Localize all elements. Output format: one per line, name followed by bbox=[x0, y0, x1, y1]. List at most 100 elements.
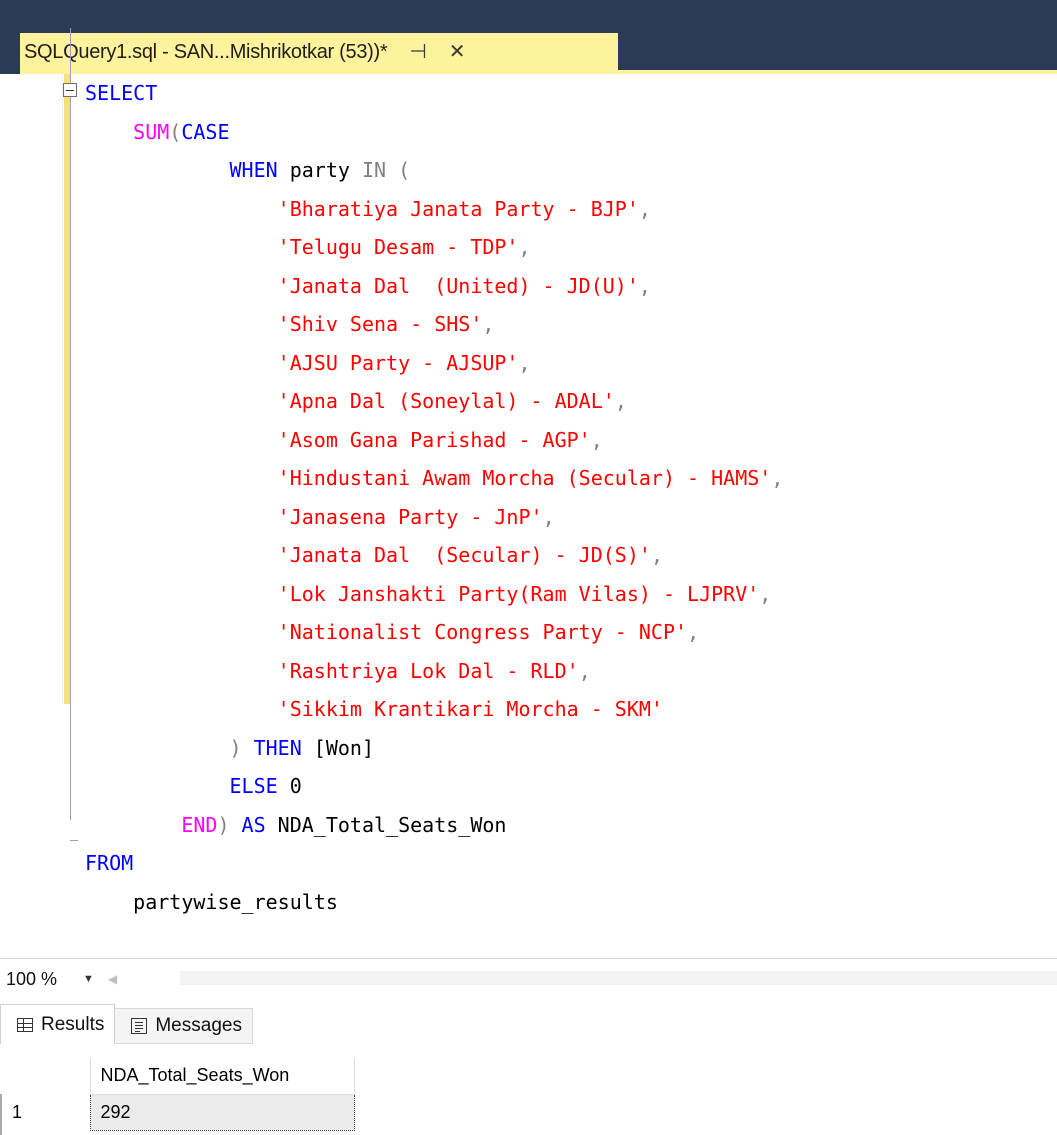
code-token: ( bbox=[386, 158, 411, 182]
outline-fold-end bbox=[70, 840, 78, 841]
code-token: END bbox=[181, 812, 218, 837]
code-line[interactable]: 'Nationalist Congress Party - NCP', bbox=[85, 613, 783, 652]
code-token: [Won] bbox=[301, 735, 375, 760]
close-icon[interactable]: ✕ bbox=[449, 42, 466, 62]
code-token: 0 bbox=[277, 774, 302, 798]
code-token: , bbox=[687, 620, 700, 644]
code-token: ) bbox=[229, 735, 242, 760]
code-token: 'Telugu Desam - TDP' bbox=[277, 235, 519, 259]
code-token: party bbox=[277, 158, 362, 182]
code-token: , bbox=[542, 504, 555, 529]
row-number[interactable]: 1 bbox=[0, 1094, 90, 1130]
code-token: IN bbox=[361, 158, 387, 182]
code-line[interactable]: 'Apna Dal (Soneylal) - ADAL', bbox=[85, 382, 783, 421]
code-token: ) bbox=[217, 812, 230, 837]
code-line[interactable]: END) AS NDA_Total_Seats_Won bbox=[85, 806, 783, 845]
code-line[interactable]: WHEN party IN ( bbox=[85, 151, 783, 190]
code-line[interactable]: SUM(CASE bbox=[85, 113, 783, 152]
code-token: FROM bbox=[85, 851, 134, 875]
code-token: ( bbox=[169, 119, 182, 144]
dropdown-arrow-icon[interactable]: ▼ bbox=[83, 973, 94, 985]
results-pane: Results Messages NDA_Total_Seats_Won 1 2… bbox=[0, 998, 1057, 1135]
code-line[interactable]: partywise_results bbox=[85, 883, 783, 922]
code-token: 'Sikkim Krantikari Morcha - SKM' bbox=[277, 697, 663, 721]
collapse-icon[interactable] bbox=[63, 83, 77, 97]
code-token: , bbox=[638, 273, 651, 298]
code-token: , bbox=[614, 389, 627, 413]
code-line[interactable]: SELECT bbox=[85, 74, 783, 113]
code-token: , bbox=[578, 658, 591, 683]
code-token: THEN bbox=[253, 735, 302, 760]
grid-corner[interactable] bbox=[0, 1058, 90, 1094]
code-token: NDA_Total_Seats_Won bbox=[265, 812, 507, 837]
code-line[interactable]: 'Hindustani Awam Morcha (Secular) - HAMS… bbox=[85, 459, 784, 498]
code-token: 'Lok Janshakti Party(Ram Vilas) - LJPRV' bbox=[277, 581, 760, 606]
code-token: , bbox=[638, 196, 651, 221]
code-token: , bbox=[518, 235, 531, 259]
result-tabs: Results Messages bbox=[0, 1004, 253, 1044]
code-token: CASE bbox=[181, 119, 230, 144]
sql-code[interactable]: SELECT SUM(CASE WHEN party IN ( 'Bharati… bbox=[85, 74, 783, 921]
editor-margin bbox=[20, 74, 63, 704]
tab-title: SQLQuery1.sql - SAN...Mishrikotkar (53))… bbox=[24, 40, 388, 63]
messages-icon bbox=[131, 1018, 148, 1034]
code-line[interactable]: 'Janata Dal (Secular) - JD(S)', bbox=[85, 536, 783, 575]
code-token: , bbox=[590, 427, 603, 452]
code-token: 'Asom Gana Parishad - AGP' bbox=[277, 427, 591, 452]
tab-query-document[interactable]: SQLQuery1.sql - SAN...Mishrikotkar (53))… bbox=[20, 33, 618, 71]
result-cell[interactable]: 292 bbox=[89, 1093, 355, 1131]
zoom-level[interactable]: 100 % bbox=[6, 969, 57, 990]
code-token: 'Janata Dal (United) - JD(U)' bbox=[277, 273, 639, 298]
code-line[interactable]: 'AJSU Party - AJSUP', bbox=[85, 344, 783, 383]
column-header[interactable]: NDA_Total_Seats_Won bbox=[89, 1058, 355, 1095]
code-token: , bbox=[518, 350, 531, 375]
scroll-left-icon[interactable]: ◀ bbox=[108, 972, 117, 986]
zoom-bar: 100 % ▼ ◀ bbox=[0, 958, 1057, 1000]
pin-icon[interactable]: ⊣ bbox=[409, 42, 426, 62]
code-line[interactable]: 'Lok Janshakti Party(Ram Vilas) - LJPRV'… bbox=[85, 575, 783, 614]
results-grid: NDA_Total_Seats_Won 1 292 bbox=[0, 1058, 355, 1131]
code-line[interactable]: ELSE 0 bbox=[85, 767, 783, 806]
tab-results-label: Results bbox=[41, 1013, 105, 1035]
code-token: WHEN bbox=[229, 158, 278, 182]
code-line[interactable]: ) THEN [Won] bbox=[85, 729, 783, 768]
code-token: 'Rashtriya Lok Dal - RLD' bbox=[277, 658, 579, 683]
pane-left-edge bbox=[0, 1094, 2, 1135]
code-line[interactable]: 'Janata Dal (United) - JD(U)', bbox=[85, 267, 783, 306]
tab-results[interactable]: Results bbox=[0, 1004, 116, 1044]
code-line[interactable]: 'Shiv Sena - SHS', bbox=[85, 305, 783, 344]
horizontal-scrollbar[interactable] bbox=[180, 971, 1057, 985]
code-line[interactable]: 'Asom Gana Parishad - AGP', bbox=[85, 421, 783, 460]
tab-messages[interactable]: Messages bbox=[115, 1008, 253, 1044]
code-token: 'Janasena Party - JnP' bbox=[277, 504, 543, 529]
code-line[interactable]: 'Bharatiya Janata Party - BJP', bbox=[85, 190, 783, 229]
code-line[interactable]: 'Rashtriya Lok Dal - RLD', bbox=[85, 652, 783, 691]
code-token: , bbox=[650, 543, 663, 567]
code-line[interactable]: 'Sikkim Krantikari Morcha - SKM' bbox=[85, 690, 783, 729]
code-token: SELECT bbox=[85, 81, 158, 105]
code-token: , bbox=[771, 466, 784, 490]
code-line[interactable]: 'Telugu Desam - TDP', bbox=[85, 228, 783, 267]
code-token: 'Bharatiya Janata Party - BJP' bbox=[277, 196, 639, 221]
code-line[interactable]: FROM bbox=[85, 844, 783, 883]
code-line[interactable]: 'Janasena Party - JnP', bbox=[85, 498, 783, 537]
code-token: 'Hindustani Awam Morcha (Secular) - HAMS… bbox=[277, 466, 772, 490]
code-token: 'AJSU Party - AJSUP' bbox=[277, 350, 519, 375]
code-token: 'Shiv Sena - SHS' bbox=[277, 312, 483, 336]
